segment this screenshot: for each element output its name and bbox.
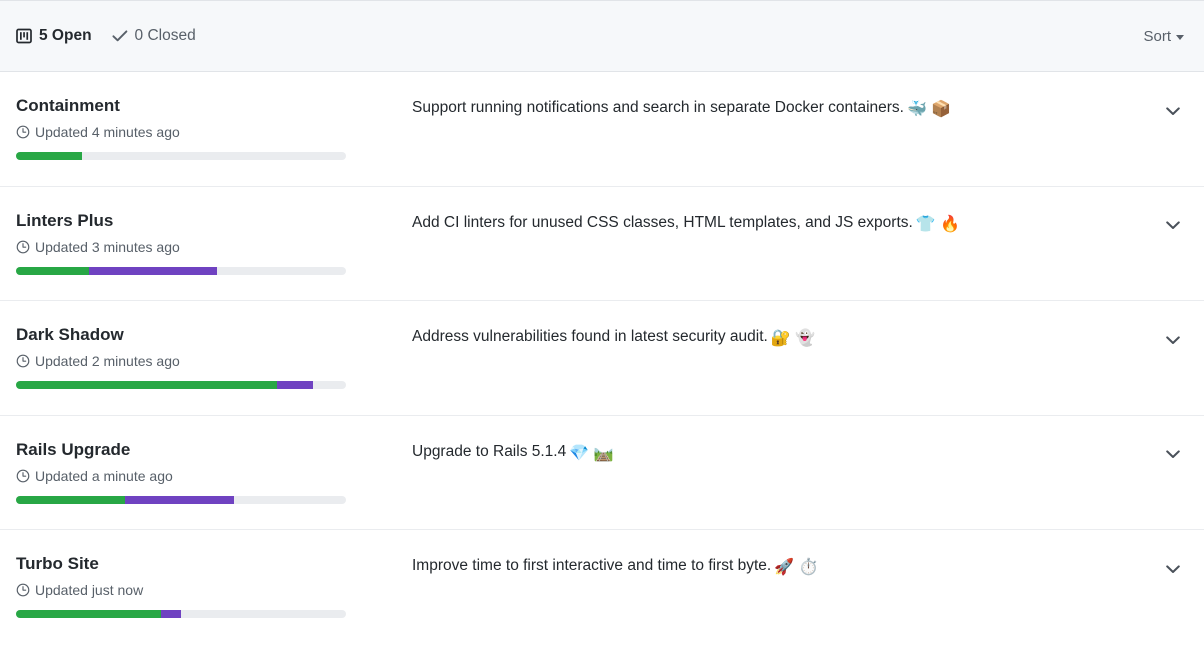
chevron-down-icon — [1166, 221, 1180, 230]
milestone-progress-bar[interactable] — [16, 610, 346, 619]
milestone-title-link[interactable]: Turbo Site — [16, 553, 396, 574]
milestone-summary: Dark Shadow Updated 2 minutes ago — [16, 319, 396, 390]
milestone-description: Improve time to first interactive and ti… — [396, 548, 1138, 580]
milestone-description: Support running notifications and search… — [396, 90, 1138, 122]
milestone-description-emoji: 👕 🔥 — [915, 215, 961, 233]
milestone-description-text: Support running notifications and search… — [412, 99, 904, 116]
progress-segment-in-progress — [88, 266, 218, 275]
open-count-label: 5 Open — [39, 27, 92, 45]
progress-segment-completed — [16, 610, 162, 619]
milestones-list-header: 5 Open 0 Closed Sort — [0, 1, 1204, 72]
milestone-row-4: Turbo Site Updated just now Improve time… — [0, 530, 1204, 645]
milestone-meta: Updated 4 minutes ago — [16, 124, 396, 140]
milestone-summary: Containment Updated 4 minutes ago — [16, 90, 396, 161]
milestone-expand-button[interactable] — [1162, 217, 1184, 235]
milestone-progress-bar[interactable] — [16, 381, 346, 390]
milestone-icon — [16, 28, 32, 44]
milestone-row-0: Containment Updated 4 minutes ago Suppor… — [0, 72, 1204, 187]
milestone-meta: Updated 2 minutes ago — [16, 353, 396, 369]
chevron-down-icon — [1166, 335, 1180, 345]
clock-icon — [16, 125, 30, 139]
milestone-updated-text: Updated 3 minutes ago — [35, 238, 180, 255]
check-icon — [111, 29, 128, 43]
milestone-description-text: Add CI linters for unused CSS classes, H… — [412, 213, 913, 231]
milestone-updated-text: Updated 4 minutes ago — [35, 124, 180, 141]
milestone-description: Upgrade to Rails 5.1.4 💎 🛤️ — [396, 434, 1138, 466]
milestone-description-emoji: 🚀 ⏱️ — [774, 559, 819, 576]
milestone-actions — [1138, 434, 1184, 464]
milestone-meta: Updated just now — [16, 582, 396, 598]
milestone-progress-bar[interactable] — [16, 152, 346, 161]
progress-segment-in-progress — [161, 610, 181, 619]
milestone-updated-text: Updated 2 minutes ago — [35, 353, 180, 370]
progress-segment-in-progress — [124, 495, 234, 504]
milestone-progress-bar[interactable] — [16, 495, 346, 504]
milestone-title-link[interactable]: Containment — [16, 95, 396, 116]
milestone-description: Address vulnerabilities found in latest … — [396, 319, 1138, 351]
milestone-description-emoji: 🐳 📦 — [906, 101, 952, 118]
milestone-progress-bar[interactable] — [16, 266, 346, 275]
milestone-description-text: Improve time to first interactive and ti… — [412, 557, 772, 574]
sort-dropdown[interactable]: Sort — [1143, 28, 1184, 45]
milestone-title-link[interactable]: Dark Shadow — [16, 324, 396, 345]
milestone-description-text: Address vulnerabilities found in latest … — [412, 328, 768, 345]
milestones-list: 5 Open 0 Closed Sort Containment Updated… — [0, 0, 1204, 645]
progress-segment-completed — [16, 381, 277, 390]
milestone-expand-button[interactable] — [1162, 102, 1184, 120]
milestone-description: Add CI linters for unused CSS classes, H… — [396, 205, 1138, 237]
milestone-actions — [1138, 90, 1184, 120]
milestone-expand-button[interactable] — [1162, 560, 1184, 578]
milestone-description-emoji: 💎 🛤️ — [569, 444, 614, 462]
milestone-title-link[interactable]: Linters Plus — [16, 210, 396, 231]
milestone-row-2: Dark Shadow Updated 2 minutes ago Addres… — [0, 301, 1204, 416]
milestone-row-3: Rails Upgrade Updated a minute ago Upgra… — [0, 415, 1204, 530]
milestone-updated-text: Updated just now — [35, 582, 144, 599]
milestone-meta: Updated a minute ago — [16, 468, 396, 484]
progress-segment-completed — [16, 495, 125, 504]
milestone-expand-button[interactable] — [1162, 331, 1184, 349]
milestone-title-link[interactable]: Rails Upgrade — [16, 439, 396, 460]
milestone-expand-button[interactable] — [1162, 446, 1184, 464]
chevron-down-icon — [1166, 564, 1180, 574]
progress-segment-completed — [16, 266, 89, 275]
caret-down-icon — [1176, 34, 1184, 40]
clock-icon — [16, 469, 30, 483]
milestone-row-1: Linters Plus Updated 3 minutes ago Add C… — [0, 186, 1204, 301]
milestone-description-emoji: 🔐 👻 — [770, 330, 816, 347]
milestone-actions — [1138, 319, 1184, 349]
milestone-summary: Turbo Site Updated just now — [16, 548, 396, 619]
sort-label: Sort — [1143, 27, 1171, 45]
milestone-updated-text: Updated a minute ago — [35, 467, 173, 484]
filter-open-milestones[interactable]: 5 Open — [16, 28, 92, 44]
milestone-actions — [1138, 205, 1184, 235]
filter-closed-milestones[interactable]: 0 Closed — [111, 27, 196, 45]
milestone-summary: Linters Plus Updated 3 minutes ago — [16, 205, 396, 275]
progress-segment-completed — [16, 152, 82, 161]
closed-count-label: 0 Closed — [134, 27, 196, 45]
milestone-meta: Updated 3 minutes ago — [16, 239, 396, 255]
milestone-summary: Rails Upgrade Updated a minute ago — [16, 434, 396, 504]
clock-icon — [16, 354, 30, 368]
chevron-down-icon — [1166, 450, 1180, 459]
milestone-actions — [1138, 548, 1184, 578]
clock-icon — [16, 240, 30, 254]
chevron-down-icon — [1166, 106, 1180, 116]
state-filters: 5 Open 0 Closed — [16, 28, 196, 44]
clock-icon — [16, 583, 30, 597]
progress-segment-in-progress — [276, 381, 313, 390]
milestone-description-text: Upgrade to Rails 5.1.4 — [412, 442, 567, 460]
